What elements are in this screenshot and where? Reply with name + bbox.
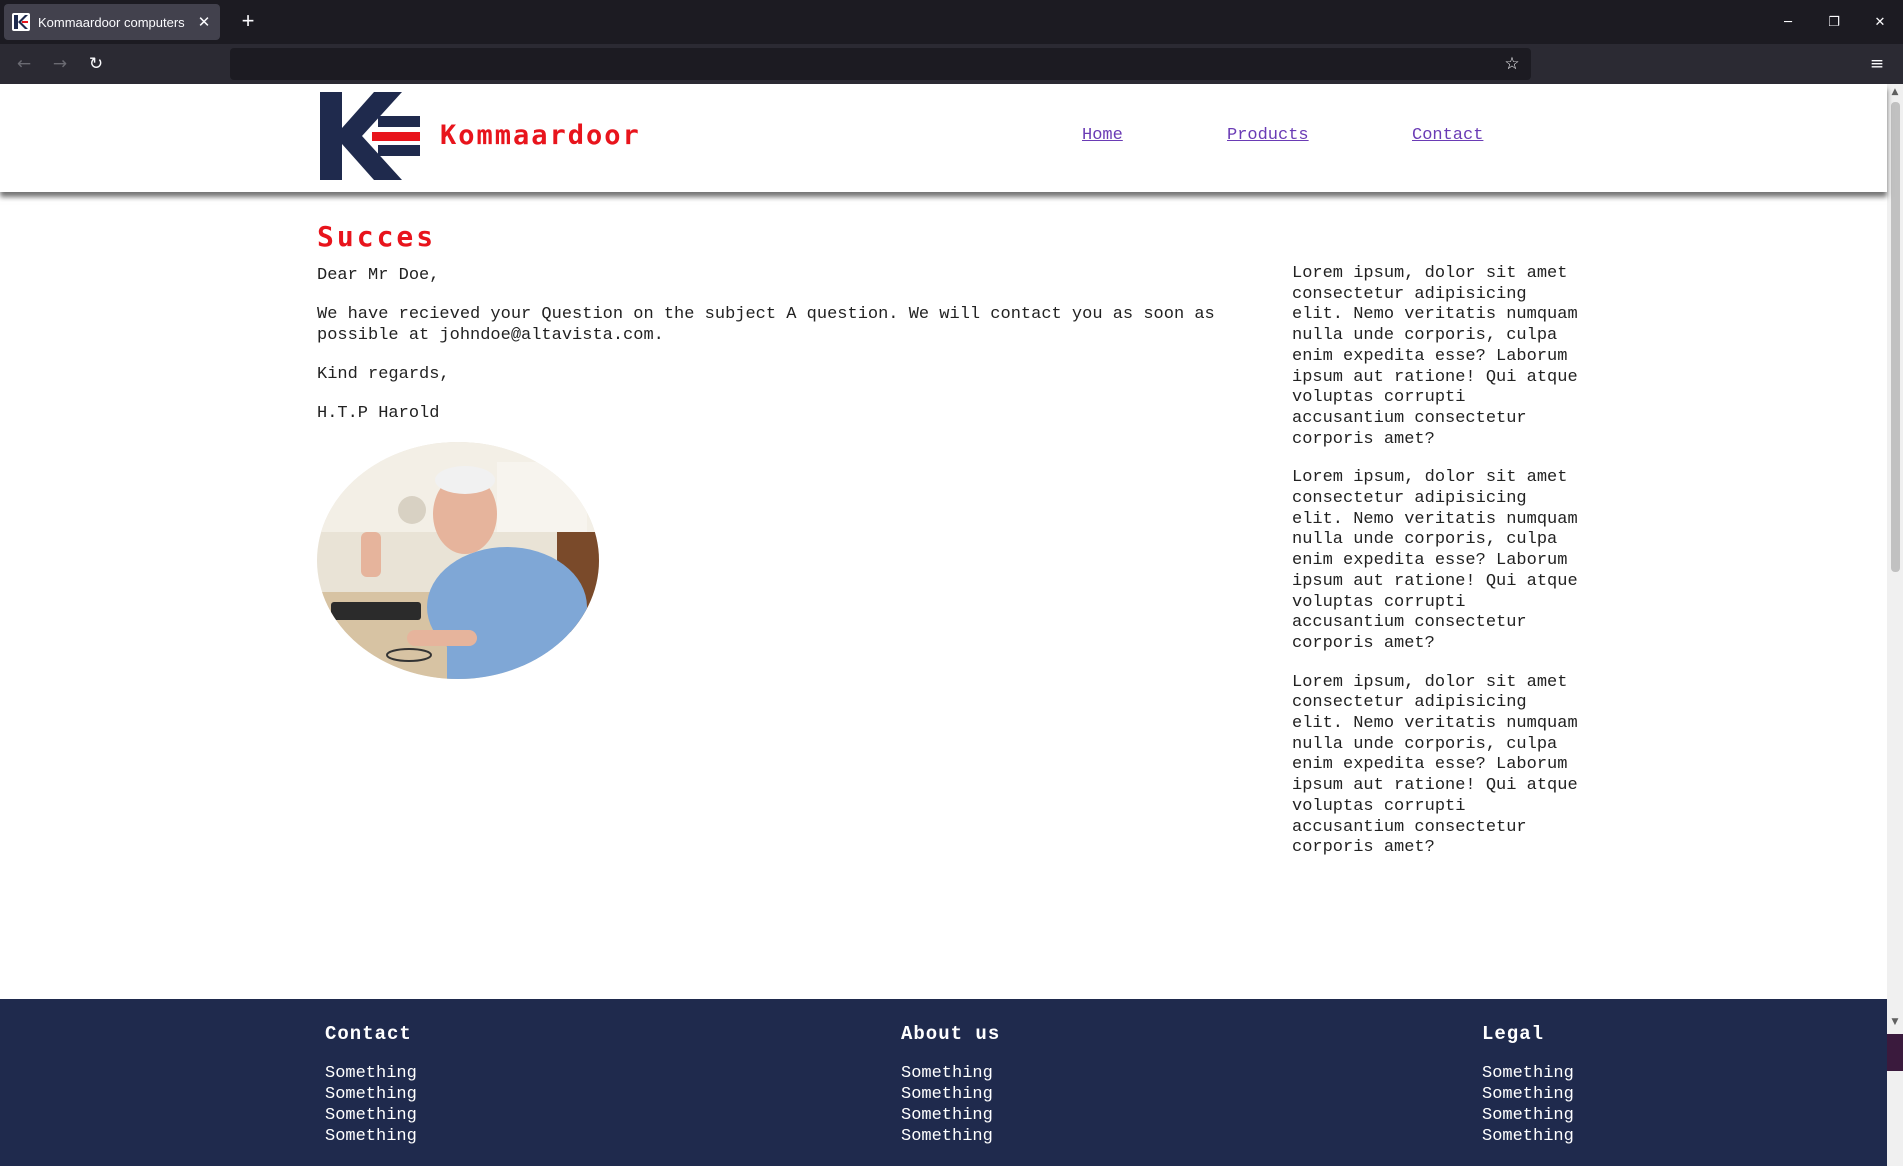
scroll-down-arrow-icon[interactable]: ▼	[1887, 1014, 1903, 1030]
scrollbar-track-marker	[1887, 1034, 1903, 1071]
url-input[interactable]	[230, 48, 1531, 80]
footer-link[interactable]: Something	[325, 1126, 417, 1147]
footer-heading: Contact	[325, 1023, 412, 1045]
sidebar-paragraph: Lorem ipsum, dolor sit amet consectetur …	[1292, 264, 1578, 449]
footer-heading: Legal	[1482, 1023, 1545, 1045]
nav-link-contact[interactable]: Contact	[1412, 126, 1483, 145]
browser-menu-icon[interactable]: ≡	[1863, 50, 1891, 78]
site-header: Kommaardoor Home Products Contact	[0, 84, 1887, 192]
address-bar[interactable]: ☆	[230, 48, 1531, 80]
confirmation-content: Succes Dear Mr Doe, We have recieved you…	[317, 220, 1247, 679]
letter-body: We have recieved your Question on the su…	[317, 305, 1215, 345]
sidebar-paragraph: Lorem ipsum, dolor sit amet consectetur …	[1292, 672, 1578, 858]
sidebar-text: Lorem ipsum, dolor sit amet consectetur …	[1292, 264, 1582, 877]
nav-link-home[interactable]: Home	[1082, 126, 1123, 145]
letter-closing: Kind regards,	[317, 365, 450, 384]
footer-link[interactable]: Something	[901, 1126, 1000, 1147]
reload-icon[interactable]: ↻	[82, 50, 110, 78]
browser-tab[interactable]: Kommaardoor computers ✕	[4, 4, 220, 40]
footer-link[interactable]: Something	[1482, 1126, 1574, 1147]
forward-arrow-icon[interactable]: →	[46, 50, 74, 78]
footer-link[interactable]: Something	[901, 1105, 1000, 1126]
footer-link[interactable]: Something	[1482, 1105, 1574, 1126]
new-tab-button[interactable]: +	[234, 8, 262, 36]
footer-column-about-us: About us Something Something Something S…	[901, 1023, 1000, 1147]
footer-heading: About us	[901, 1023, 1001, 1045]
bookmark-star-icon[interactable]: ☆	[1499, 51, 1525, 77]
back-arrow-icon[interactable]: ←	[10, 50, 38, 78]
footer-link[interactable]: Something	[901, 1063, 1000, 1084]
browser-tab-bar: Kommaardoor computers ✕ + ─ ❐ ✕	[0, 0, 1903, 44]
browser-toolbar: ← → ↻ ☆ ≡	[0, 44, 1903, 84]
page-viewport: Kommaardoor Home Products Contact Succes…	[0, 84, 1903, 1166]
tab-close-icon[interactable]: ✕	[196, 13, 212, 31]
signer-photo	[317, 442, 599, 679]
footer-link[interactable]: Something	[325, 1063, 417, 1084]
footer-column-contact: Contact Something Something Something So…	[325, 1023, 417, 1147]
minimize-window-button[interactable]: ─	[1765, 0, 1811, 44]
letter-signature: H.T.P Harold	[317, 404, 440, 423]
site-favicon-icon	[12, 13, 30, 31]
sidebar-paragraph: Lorem ipsum, dolor sit amet consectetur …	[1292, 468, 1578, 653]
tab-title: Kommaardoor computers	[38, 14, 185, 30]
page-title: Succes	[317, 220, 437, 253]
footer-column-legal: Legal Something Something Something Some…	[1482, 1023, 1574, 1147]
close-window-button[interactable]: ✕	[1857, 0, 1903, 44]
letter-greeting: Dear Mr Doe,	[317, 266, 440, 285]
footer-link[interactable]: Something	[1482, 1084, 1574, 1105]
site-footer: Contact Something Something Something So…	[0, 999, 1887, 1166]
restore-window-button[interactable]: ❐	[1811, 0, 1857, 44]
footer-link[interactable]: Something	[1482, 1063, 1574, 1084]
brand-name: Kommaardoor	[440, 120, 641, 151]
scrollbar-thumb[interactable]	[1891, 102, 1900, 572]
footer-link[interactable]: Something	[901, 1084, 1000, 1105]
scroll-up-arrow-icon[interactable]: ▲	[1887, 84, 1903, 100]
window-controls: ─ ❐ ✕	[1765, 0, 1903, 44]
footer-link[interactable]: Something	[325, 1105, 417, 1126]
nav-link-products[interactable]: Products	[1227, 126, 1309, 145]
confirmation-letter: Dear Mr Doe, We have recieved your Quest…	[317, 265, 1247, 424]
vertical-scrollbar[interactable]: ▲ ▼	[1887, 84, 1903, 1166]
kommaardoor-logo[interactable]	[320, 92, 420, 180]
footer-link[interactable]: Something	[325, 1084, 417, 1105]
